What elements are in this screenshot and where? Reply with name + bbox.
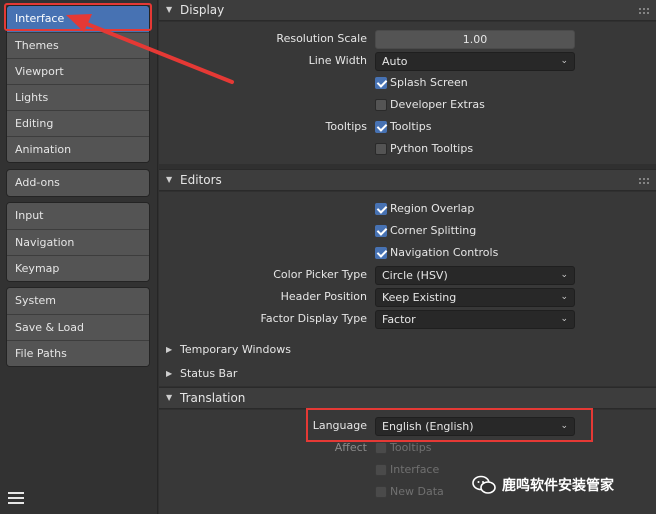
annotation-highlight-language: [306, 408, 593, 442]
watermark-text: 鹿鸣软件安装管家: [502, 478, 614, 494]
watermark: 鹿鸣软件安装管家: [472, 472, 614, 498]
wechat-icon: [472, 475, 496, 494]
